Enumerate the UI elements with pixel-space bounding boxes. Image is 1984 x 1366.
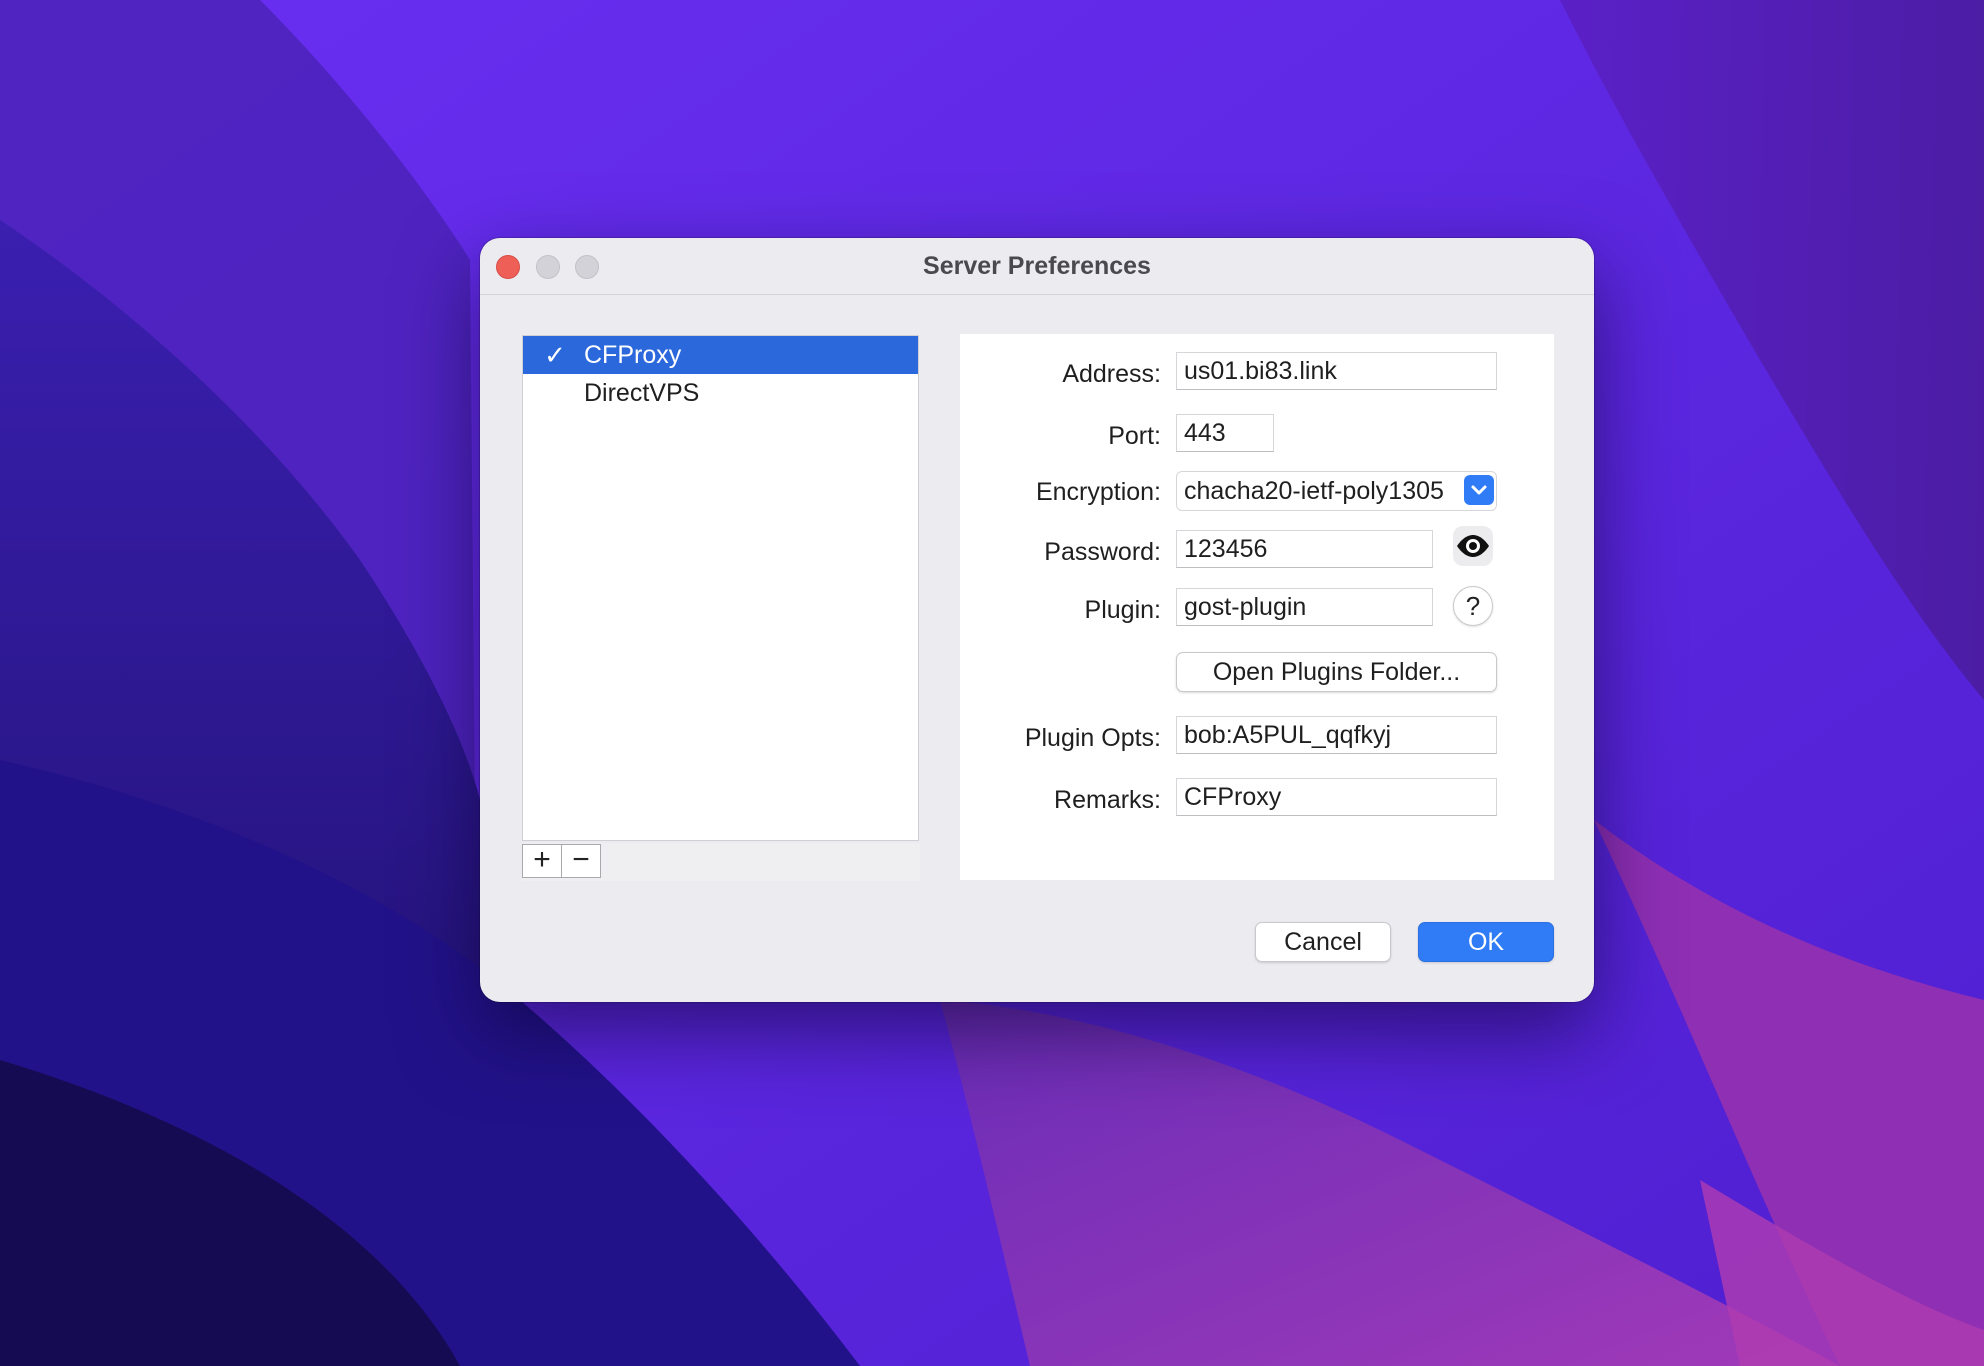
server-list-toolbar: + − <box>522 843 920 881</box>
server-name: CFProxy <box>584 341 682 369</box>
server-preferences-window: Server Preferences ✓ CFProxy DirectVPS +… <box>480 238 1594 1002</box>
address-label: Address: <box>1062 360 1161 388</box>
help-button[interactable]: ? <box>1453 586 1493 626</box>
server-list[interactable]: ✓ CFProxy DirectVPS <box>522 335 919 841</box>
window-title: Server Preferences <box>923 252 1151 280</box>
port-label: Port: <box>1108 422 1161 450</box>
server-settings-panel: Address: us01.bi83.link Port: 443 Encryp… <box>960 334 1554 880</box>
password-field[interactable]: 123456 <box>1176 530 1433 568</box>
encryption-value: chacha20-ietf-poly1305 <box>1184 477 1444 505</box>
password-label: Password: <box>1044 538 1161 566</box>
ok-button[interactable]: OK <box>1418 922 1554 962</box>
remarks-label: Remarks: <box>1054 786 1161 814</box>
open-plugins-folder-button[interactable]: Open Plugins Folder... <box>1176 652 1497 692</box>
plugin-opts-label: Plugin Opts: <box>1024 724 1161 752</box>
address-field[interactable]: us01.bi83.link <box>1176 352 1497 390</box>
plugin-field[interactable]: gost-plugin <box>1176 588 1433 626</box>
remove-server-button[interactable]: − <box>561 844 601 878</box>
cancel-button[interactable]: Cancel <box>1255 922 1391 962</box>
server-name: DirectVPS <box>584 379 700 407</box>
list-item-directvps[interactable]: DirectVPS <box>523 374 918 412</box>
encryption-select[interactable]: chacha20-ietf-poly1305 <box>1176 471 1497 511</box>
title-bar: Server Preferences <box>480 238 1594 295</box>
plugin-label: Plugin: <box>1084 596 1161 624</box>
encryption-label: Encryption: <box>1035 478 1161 506</box>
list-item-cfproxy[interactable]: ✓ CFProxy <box>523 336 918 374</box>
plugin-opts-field[interactable]: bob:A5PUL_qqfkyj <box>1176 716 1497 754</box>
port-field[interactable]: 443 <box>1176 414 1274 452</box>
remarks-field[interactable]: CFProxy <box>1176 778 1497 816</box>
checkmark-icon: ✓ <box>544 340 566 370</box>
add-server-button[interactable]: + <box>522 844 562 878</box>
eye-icon <box>1453 535 1493 570</box>
chevron-down-icon <box>1464 475 1494 505</box>
show-password-button[interactable] <box>1453 526 1493 566</box>
